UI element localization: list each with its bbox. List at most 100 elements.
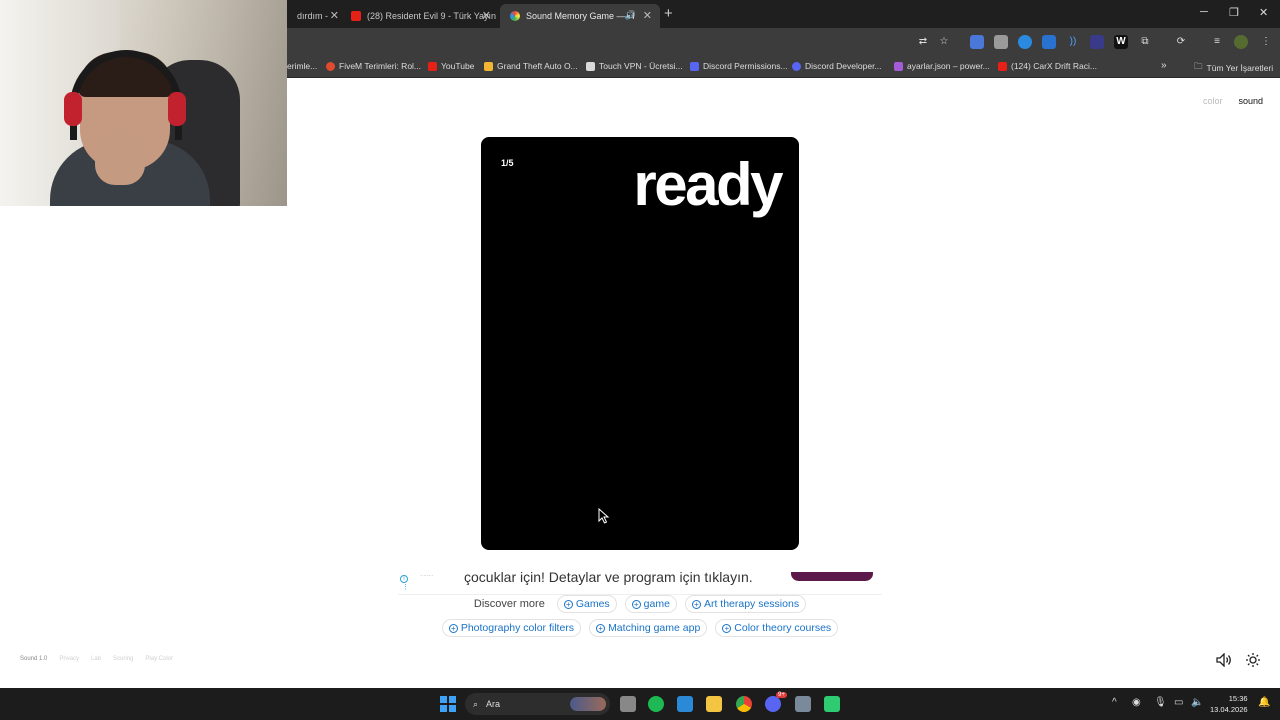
file-explorer-icon[interactable] [706, 696, 722, 712]
notification-badge: 9+ [776, 692, 787, 698]
ad-banner[interactable]: i ⋮ ········ çocuklar için! Detaylar ve … [398, 572, 882, 595]
menu-lines-icon[interactable]: ≡ [1210, 35, 1224, 49]
bookmark-star-icon[interactable]: ☆ [937, 35, 951, 49]
mode-option-sound[interactable]: sound [1238, 96, 1263, 106]
search-icon: ⌕ [473, 698, 479, 709]
discover-chip[interactable]: + game [624, 595, 677, 613]
browser-tab-active[interactable]: Sound Memory Game — H 🔊 ✕ [500, 4, 660, 28]
plus-icon: + [596, 623, 606, 633]
bookmark-label: Discord Permissions... [703, 61, 788, 71]
close-window-icon[interactable]: ✕ [1259, 6, 1268, 19]
volume-icon[interactable] [1216, 653, 1232, 667]
kebab-menu-icon[interactable]: ⋮ [1259, 35, 1273, 49]
discover-more: Discover more + Games + game + Art therapy … [400, 594, 880, 642]
spotify-icon[interactable] [648, 696, 664, 712]
extension-icon[interactable] [970, 35, 984, 49]
bookmarks-folder[interactable]: 🗀 Tüm Yer İşaretleri [1194, 61, 1273, 75]
mode-option-color[interactable]: color [1203, 96, 1223, 106]
bookmark-label: erimle... [287, 61, 318, 71]
settings-gear-icon[interactable] [795, 696, 811, 712]
chrome-icon[interactable] [736, 696, 752, 712]
ad-cta-button[interactable] [791, 572, 873, 581]
bookmarks-overflow-icon[interactable]: » [1161, 60, 1167, 71]
footer-link[interactable]: Lab [91, 656, 101, 662]
extension-icon[interactable] [1042, 35, 1056, 49]
discover-chip[interactable]: + Color theory courses [715, 619, 839, 637]
game-card[interactable]: 1/5 ready [481, 137, 799, 550]
clock-time: 15:36 [1228, 694, 1248, 703]
puzzle-icon[interactable]: ⧉ [1138, 35, 1152, 49]
discover-chip[interactable]: + Art therapy sessions [684, 595, 807, 613]
discord-tray-icon[interactable]: ◉ [1132, 697, 1141, 708]
youtube-icon [428, 61, 437, 71]
microphone-icon[interactable]: 🎙 [1154, 697, 1167, 708]
bookmark-item[interactable]: Touch VPN - Ücretsi... [586, 61, 683, 71]
bookmark-item[interactable]: YouTube [428, 61, 474, 71]
bookmark-label: (124) CarX Drift Raci... [1011, 61, 1097, 71]
bookmark-item[interactable]: Grand Theft Auto O... [484, 61, 578, 71]
vscode-icon[interactable] [677, 696, 693, 712]
json-icon [894, 61, 903, 71]
chip-label: Games [575, 598, 610, 610]
discord-icon [792, 61, 801, 71]
bookmark-item[interactable]: FiveM Terimleri: Rol... [326, 61, 421, 71]
windows-start-icon[interactable] [440, 696, 456, 712]
chip-label: Matching game app [608, 622, 701, 634]
bookmark-item[interactable]: Discord Developer... [792, 61, 882, 71]
plus-icon: + [722, 623, 732, 633]
sun-theme-icon[interactable] [1246, 653, 1260, 667]
system-clock[interactable]: 15:36 13.04.2026 [1210, 693, 1248, 715]
translate-icon[interactable]: ⇄ [916, 35, 930, 49]
search-placeholder: Ara [486, 699, 501, 709]
bookmark-item[interactable]: erimle... [287, 61, 317, 71]
notification-bell-icon[interactable]: 🔔 [1258, 697, 1270, 708]
browser-tab[interactable]: dırdım - ✕ [287, 4, 347, 28]
youtube-icon [998, 61, 1007, 71]
ad-text[interactable]: çocuklar için! Detaylar ve program için … [464, 572, 753, 585]
footer-link[interactable]: Play Color [145, 656, 173, 662]
app-icon[interactable] [824, 696, 840, 712]
footer-link[interactable]: Privacy [59, 656, 79, 662]
new-tab-button[interactable]: + [664, 5, 673, 22]
tray-overflow-icon[interactable]: ^ [1112, 697, 1117, 708]
bookmark-label: Grand Theft Auto O... [497, 61, 578, 71]
bookmark-item[interactable]: Discord Permissions... [690, 61, 788, 71]
mode-switch: color sound [1203, 96, 1263, 106]
tab-audio-icon[interactable]: 🔊 [625, 10, 636, 21]
extension-icon[interactable] [1090, 35, 1104, 49]
bookmark-label: FiveM Terimleri: Rol... [339, 61, 422, 71]
discover-chip[interactable]: + Photography color filters [441, 619, 582, 637]
bookmark-item[interactable]: (124) CarX Drift Raci... [998, 61, 1097, 71]
chip-label: Photography color filters [460, 622, 575, 634]
taskbar-search[interactable]: ⌕ Ara [465, 693, 610, 715]
ad-info-icon[interactable]: i [400, 575, 408, 583]
network-icon[interactable]: ▭ [1174, 697, 1183, 708]
extension-icon[interactable] [994, 35, 1008, 49]
discover-chip[interactable]: + Games [556, 595, 617, 613]
tab-close-icon[interactable]: ✕ [482, 9, 491, 22]
discord-icon[interactable] [765, 696, 781, 712]
headset-cup [64, 92, 82, 126]
maximize-icon[interactable]: ❐ [1229, 6, 1239, 19]
status-word: ready [633, 151, 783, 218]
discover-chip[interactable]: + Matching game app [589, 619, 708, 637]
extension-icon[interactable]: W [1114, 35, 1128, 49]
browser-tab[interactable]: (28) Resident Evil 9 - Türk Yayın ✕ [341, 4, 499, 28]
profile-avatar-icon[interactable] [1234, 35, 1248, 49]
chip-label: Color theory courses [734, 622, 832, 634]
tab-close-icon[interactable]: ✕ [330, 9, 339, 22]
refresh-icon[interactable]: ⟳ [1174, 35, 1188, 49]
youtube-icon [351, 11, 361, 21]
ad-options-icon[interactable]: ⋮ [402, 584, 409, 591]
speaker-icon[interactable]: 🔈 [1191, 697, 1203, 708]
extension-icon[interactable] [1018, 35, 1032, 49]
extension-icon[interactable]: )) [1066, 35, 1080, 49]
discord-icon [690, 61, 699, 71]
tab-close-icon[interactable]: ✕ [643, 9, 652, 22]
bookmark-item[interactable]: ayarlar.json – power... [894, 61, 990, 71]
footer-link[interactable]: Scoring [113, 656, 133, 662]
minimize-icon[interactable]: ─ [1200, 6, 1208, 18]
search-highlight-image [570, 697, 606, 711]
task-view-icon[interactable] [620, 696, 636, 712]
windows-taskbar: ⌕ Ara 9+ ^ ◉ 🎙 ▭ 🔈 15:36 13.04.2026 🔔 [0, 688, 1280, 720]
